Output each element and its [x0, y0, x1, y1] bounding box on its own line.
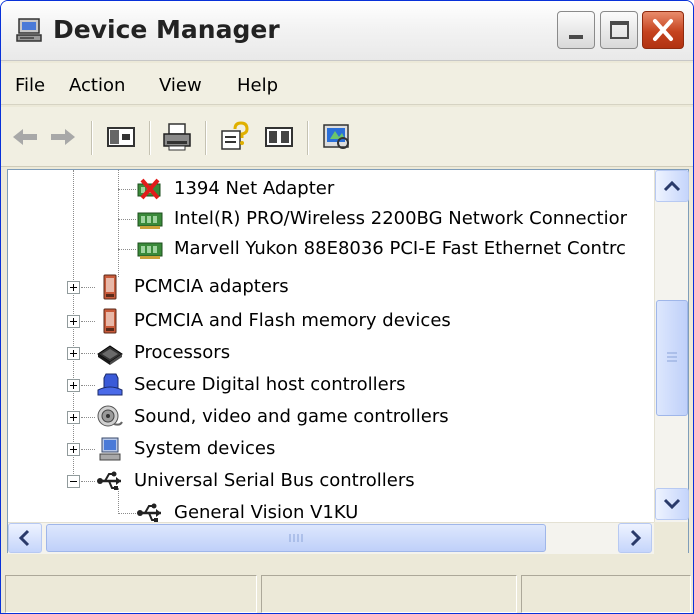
tree-branch-line [81, 385, 95, 386]
help-icon[interactable] [219, 121, 251, 153]
expand-icon[interactable] [67, 347, 80, 360]
minimize-button[interactable] [557, 11, 595, 49]
expand-icon[interactable] [67, 379, 80, 392]
close-icon [653, 19, 673, 41]
sound-icon [97, 405, 123, 427]
system-devices-icon [99, 437, 121, 461]
grip-icon [289, 534, 303, 542]
tree-item-label: Marvell Yukon 88E8036 PCI-E Fast Etherne… [174, 238, 626, 259]
grip-icon [667, 352, 677, 362]
toolbar-separator [307, 121, 309, 155]
menu-help[interactable]: Help [237, 75, 278, 96]
minimize-icon [569, 35, 583, 39]
tree-item-pcmcia-adapters[interactable]: PCMCIA adapters [8, 272, 648, 302]
device-manager-app-icon [16, 18, 42, 42]
title-bar[interactable]: Device Manager [1, 1, 693, 61]
tree-item-pcmcia-flash[interactable]: PCMCIA and Flash memory devices [8, 306, 648, 336]
tree-item-system-devices[interactable]: System devices [8, 434, 648, 464]
network-adapter-disabled-icon [137, 178, 161, 200]
tree-item-secure-digital[interactable]: Secure Digital host controllers [8, 370, 648, 400]
chevron-right-icon [630, 529, 642, 547]
scrollbar-corner [654, 522, 688, 554]
scroll-right-button[interactable] [618, 523, 652, 553]
window-title: Device Manager [53, 15, 280, 44]
expand-icon[interactable] [67, 281, 80, 294]
vertical-scroll-thumb[interactable] [656, 300, 688, 416]
tree-item-label: General Vision V1KU [174, 502, 359, 523]
menu-bar: File Action View Help [1, 63, 693, 105]
chevron-down-icon [663, 498, 681, 510]
properties-icon[interactable] [263, 121, 295, 153]
tree-branch-line [81, 449, 95, 450]
pcmcia-icon [103, 308, 117, 334]
tree-item-label: Processors [134, 342, 231, 363]
tree-branch-line [118, 249, 136, 250]
tree-item-usb-controllers[interactable]: Universal Serial Bus controllers [8, 466, 648, 496]
tree-item-1394-net-adapter[interactable]: 1394 Net Adapter [8, 174, 648, 204]
horizontal-scrollbar[interactable] [8, 522, 654, 554]
scan-hardware-icon[interactable] [321, 121, 353, 153]
show-hide-console-tree-icon[interactable] [105, 121, 137, 153]
sd-controller-icon [97, 373, 123, 396]
horizontal-scroll-thumb[interactable] [46, 524, 546, 552]
usb-icon [97, 471, 121, 490]
device-tree[interactable]: 1394 Net Adapter Intel(R) PRO/Wireless 2… [7, 169, 689, 554]
toolbar-separator [205, 121, 207, 155]
expand-icon[interactable] [67, 443, 80, 456]
tree-item-label: PCMCIA adapters [134, 276, 289, 297]
pcmcia-icon [103, 274, 117, 300]
toolbar [1, 107, 693, 167]
tree-branch-line [81, 417, 95, 418]
back-arrow-icon[interactable] [9, 121, 41, 153]
collapse-icon[interactable] [67, 475, 80, 488]
scroll-up-button[interactable] [655, 170, 689, 202]
network-adapter-icon [137, 212, 163, 229]
tree-branch-line [81, 321, 95, 322]
print-icon[interactable] [161, 121, 193, 153]
close-button[interactable] [642, 11, 684, 49]
tree-branch-line [118, 189, 136, 190]
tree-item-label: Universal Serial Bus controllers [134, 470, 415, 491]
maximize-button[interactable] [600, 11, 638, 49]
scroll-down-button[interactable] [655, 488, 689, 520]
status-pane [5, 575, 257, 613]
tree-item-label: System devices [134, 438, 276, 459]
tree-item-processors[interactable]: Processors [8, 338, 648, 368]
tree-item-label: 1394 Net Adapter [174, 178, 335, 199]
tree-branch-line [118, 219, 136, 220]
tree-item-label: PCMCIA and Flash memory devices [134, 310, 451, 331]
toolbar-separator [149, 121, 151, 155]
forward-arrow-icon[interactable] [47, 121, 79, 153]
status-pane [261, 575, 517, 613]
menu-action[interactable]: Action [69, 75, 125, 96]
chevron-up-icon [663, 180, 681, 192]
toolbar-separator [91, 121, 93, 155]
network-adapter-icon [137, 242, 163, 259]
menu-file[interactable]: File [15, 75, 45, 96]
chevron-left-icon [18, 529, 30, 547]
tree-branch-line [81, 287, 95, 288]
tree-item-label: Secure Digital host controllers [134, 374, 406, 395]
tree-item-intel-wireless[interactable]: Intel(R) PRO/Wireless 2200BG Network Con… [8, 204, 648, 234]
maximize-icon [610, 21, 629, 39]
processor-icon [97, 345, 123, 365]
expand-icon[interactable] [67, 411, 80, 424]
tree-item-label: Sound, video and game controllers [134, 406, 449, 427]
device-manager-window: Device Manager File Action View Help 139… [0, 0, 694, 614]
tree-item-sound-video-game[interactable]: Sound, video and game controllers [8, 402, 648, 432]
tree-item-marvell-ethernet[interactable]: Marvell Yukon 88E8036 PCI-E Fast Etherne… [8, 234, 648, 264]
tree-item-label: Intel(R) PRO/Wireless 2200BG Network Con… [174, 208, 627, 229]
status-bar [1, 557, 693, 613]
status-pane [521, 575, 691, 613]
menu-view[interactable]: View [159, 75, 202, 96]
expand-icon[interactable] [67, 315, 80, 328]
scroll-left-button[interactable] [8, 523, 42, 553]
tree-branch-line [118, 513, 136, 514]
tree-branch-line [81, 481, 95, 482]
tree-branch-line [81, 353, 95, 354]
vertical-scrollbar[interactable] [654, 170, 689, 522]
